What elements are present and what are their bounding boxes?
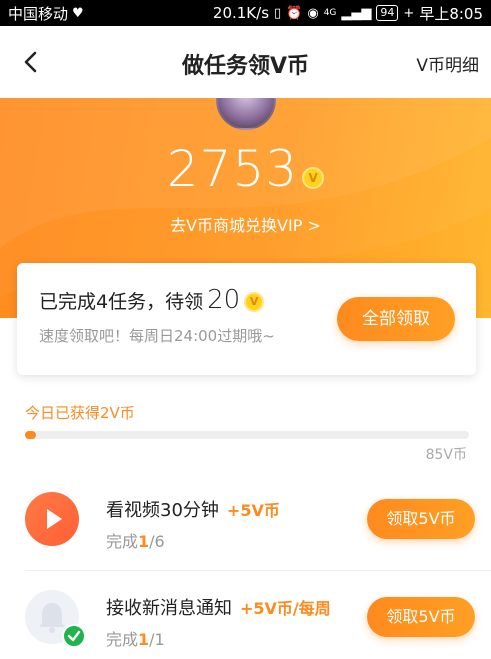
expiry-hint: 速度领取吧！每周日24:00过期哦~ <box>39 327 275 345</box>
task-progress-prefix: 完成 <box>106 532 139 551</box>
task-reward: +5V币/每周 <box>240 599 331 618</box>
network-speed: 20.1K/s <box>212 4 270 22</box>
task-name: 看视频30分钟 <box>106 500 219 521</box>
task-reward: +5V币 <box>226 501 280 520</box>
exchange-vip-link[interactable]: 去V币商城兑换VIP > <box>0 212 491 236</box>
pending-reward-card: 已完成4任务，待领 20 V 速度领取吧！每周日24:00过期哦~ 全部领取 <box>17 263 476 375</box>
coin-total: 2753 <box>166 140 299 198</box>
coin-balance: 2753 V <box>0 140 491 198</box>
task-progress-done: 1 <box>138 630 150 649</box>
task-icon <box>25 492 79 546</box>
daily-progress-bar <box>25 431 469 439</box>
alarm-icon: ⏰ <box>286 5 303 21</box>
task-progress-total: /6 <box>149 532 165 551</box>
task-title: 看视频30分钟 +5V币 <box>106 496 280 522</box>
task-name: 接收新消息通知 <box>106 598 232 619</box>
claim-all-button[interactable]: 全部领取 <box>337 297 455 341</box>
task-title: 接收新消息通知 +5V币/每周 <box>106 594 331 620</box>
battery-level: 94 <box>380 6 395 19</box>
charging-icon: + <box>403 5 415 21</box>
task-progress: 完成1/1 <box>106 626 165 650</box>
task-progress-total: /1 <box>149 630 165 649</box>
pending-text: 已完成4任务，待领 <box>39 291 204 313</box>
task-progress: 完成1/6 <box>106 528 165 552</box>
task-row: 看视频30分钟 +5V币 完成1/6 领取5V币 <box>0 474 491 564</box>
status-bar: 中国移动 ♥ 20.1K/s ▯ ⏰ ◉ 4G ▂▄▆ 94 + 早上8:05 <box>0 0 491 26</box>
signal-icon: ▂▄▆ <box>341 5 372 21</box>
task-progress-prefix: 完成 <box>106 630 139 649</box>
daily-progress-fill <box>25 431 36 439</box>
nav-bar: 做任务领V币 V币明细 <box>0 26 491 98</box>
task-row: 接收新消息通知 +5V币/每周 完成1/1 领取5V币 <box>0 572 491 659</box>
pending-summary: 已完成4任务，待领 20 V <box>39 285 265 315</box>
eye-icon: ◉ <box>307 5 319 21</box>
task-progress-done: 1 <box>138 532 150 551</box>
battery-icon: 94 <box>376 5 399 21</box>
v-coin-icon: V <box>244 291 265 312</box>
v-coin-icon: V <box>302 167 325 189</box>
claim-task-button[interactable]: 领取5V币 <box>367 597 475 637</box>
pending-amount: 20 <box>207 285 241 315</box>
divider <box>25 570 491 571</box>
vibrate-icon: ▯ <box>274 5 282 21</box>
claim-task-button[interactable]: 领取5V币 <box>367 499 475 539</box>
coin-detail-link[interactable]: V币明细 <box>416 51 479 76</box>
daily-progress-max: 85V币 <box>425 447 467 463</box>
completed-check-icon <box>62 624 86 648</box>
play-icon <box>47 509 62 529</box>
network-type: 4G <box>323 7 337 18</box>
today-earned-label: 今日已获得2V币 <box>25 404 135 422</box>
heart-monitor-icon: ♥ <box>72 5 84 21</box>
carrier-label: 中国移动 <box>8 4 69 23</box>
clock: 早上8:05 <box>419 4 483 23</box>
